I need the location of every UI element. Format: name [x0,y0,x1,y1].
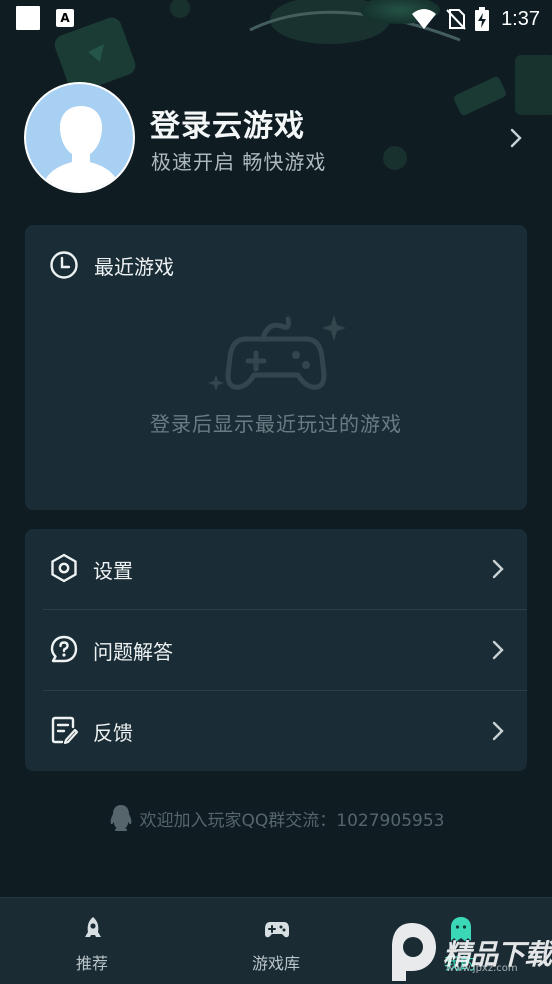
chevron-right-icon [492,640,504,660]
no-sim-icon [446,9,466,30]
recent-empty-message: 登录后显示最近玩过的游戏 [150,412,402,436]
tab-game-library[interactable]: 游戏库 [184,898,368,984]
hexagon-settings-icon [51,553,77,583]
menu-item-faq[interactable]: 问题解答 [25,610,527,690]
tab-mine[interactable]: 我的 [368,898,552,984]
bottom-navigation: 推荐 游戏库 我的 [0,897,552,984]
default-user-icon [40,106,122,191]
qq-group-text: 欢迎加入玩家QQ群交流：1027905953 [139,810,445,831]
qq-group-info: 欢迎加入玩家QQ群交流：1027905953 [0,804,552,832]
menu-item-feedback[interactable]: 反馈 [25,691,527,771]
tab-label: 我的 [443,954,476,973]
chevron-right-icon [492,721,504,741]
login-title[interactable]: 登录云游戏 [150,101,305,145]
avatar[interactable] [24,82,135,193]
settings-menu-card: 设置 问题解答 反馈 [25,529,527,771]
menu-item-label: 设置 [93,559,133,583]
recent-games-title: 最近游戏 [94,254,174,279]
ghost-icon [451,917,471,941]
tab-label: 推荐 [75,954,108,973]
question-bubble-icon [50,635,78,663]
gamepad-icon [265,922,289,938]
gamepad-placeholder-icon [208,315,346,391]
status-bar: A 1:37 [0,0,552,38]
chevron-right-icon [492,559,504,579]
menu-item-label: 反馈 [93,721,133,745]
battery-charging-icon [475,7,490,31]
rocket-icon [85,917,101,937]
svg-text:A: A [60,11,70,25]
recent-games-card: 最近游戏 登录后显示最近玩过的游戏 [25,225,527,510]
status-time: 1:37 [501,7,540,30]
qq-penguin-icon [110,805,131,831]
tab-recommend[interactable]: 推荐 [0,898,184,984]
tab-label: 游戏库 [251,954,300,973]
wifi-icon [412,9,437,29]
chevron-right-icon[interactable] [506,124,526,152]
menu-item-label: 问题解答 [93,640,173,664]
profile-login-row[interactable]: 登录云游戏 极速开启 畅快游戏 [24,82,534,194]
app-notification-icon: A [56,9,74,27]
clock-icon [50,251,78,279]
login-subtitle: 极速开启 畅快游戏 [151,150,327,174]
notification-square-icon [16,6,40,30]
menu-item-settings[interactable]: 设置 [25,529,527,609]
edit-note-icon [51,716,79,745]
recent-games-header: 最近游戏 [49,251,174,279]
